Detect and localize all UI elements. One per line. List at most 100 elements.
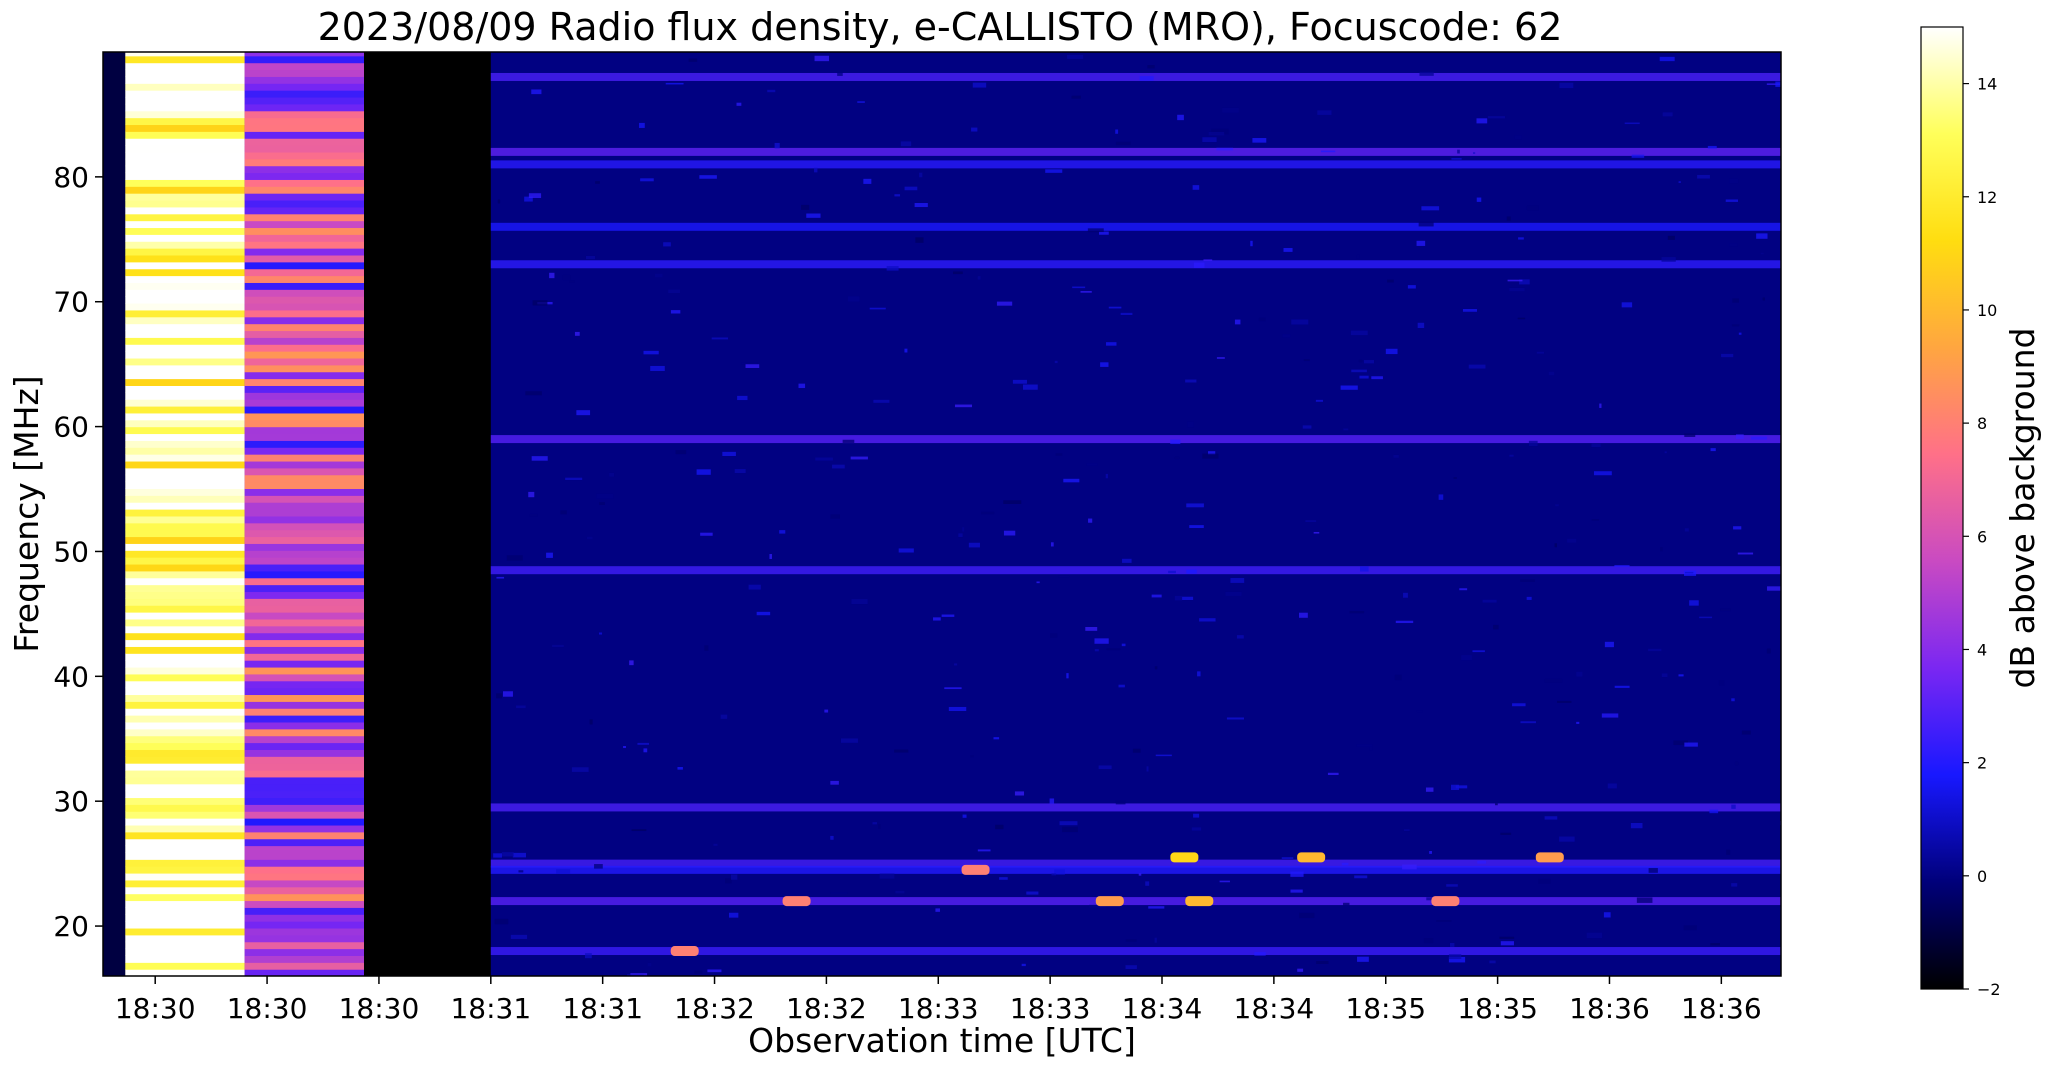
noise-streak	[1450, 784, 1460, 791]
x-tick-label: 18:35	[1457, 992, 1538, 1025]
noise-streak	[1451, 158, 1462, 160]
segment-stripe	[125, 577, 245, 586]
noise-streak	[574, 331, 580, 336]
noise-streak	[1062, 826, 1078, 833]
noise-streak	[1599, 403, 1602, 408]
x-tick-label: 18:32	[674, 992, 755, 1025]
segment-stripe	[125, 117, 245, 126]
colorbar-ticks: −2 0 2 4 6 8 10 12 14	[1963, 75, 2001, 999]
noise-streak	[1297, 968, 1304, 972]
segment-stripe	[244, 447, 365, 455]
noise-streak	[1106, 342, 1117, 346]
segment-stripe	[125, 927, 245, 936]
noise-streak	[1495, 803, 1498, 806]
segment-stripe	[244, 248, 365, 256]
segment-stripe	[244, 790, 365, 799]
x-tick-label: 18:34	[1234, 992, 1315, 1025]
segment-stripe	[125, 866, 245, 874]
segment-stripe	[244, 405, 365, 414]
noise-streak	[1544, 678, 1563, 683]
segments-layer	[103, 52, 1781, 976]
noise-streak	[981, 511, 995, 515]
noise-streak	[1557, 700, 1572, 703]
noise-streak	[1193, 813, 1200, 818]
segment-stripe	[125, 158, 245, 167]
noise-streak	[1225, 591, 1242, 596]
colorbar-tick-label: 6	[1977, 527, 1987, 546]
noise-streak	[1121, 643, 1126, 647]
segment-stripe	[125, 790, 245, 799]
noise-streak	[1741, 730, 1751, 735]
noise-streak	[857, 101, 865, 103]
noise-streak	[737, 395, 748, 401]
noise-streak	[1316, 961, 1329, 964]
noise-streak	[1349, 611, 1365, 614]
segment-stripe	[244, 563, 365, 572]
noise-streak	[1094, 638, 1109, 644]
noise-streak	[1094, 649, 1099, 652]
segment-stripe	[244, 907, 365, 915]
noise-streak	[1291, 319, 1309, 325]
noise-streak	[774, 142, 780, 149]
segment-stripe	[244, 783, 365, 792]
segment-stripe	[244, 385, 365, 393]
noise-streak	[1356, 254, 1360, 259]
noise-streak	[531, 89, 542, 95]
segment-stripe	[125, 124, 245, 132]
colorbar-tick-label: 8	[1977, 414, 1987, 433]
segment-stripe	[125, 721, 245, 730]
noise-streak	[1191, 827, 1202, 831]
noise-streak	[1601, 713, 1619, 718]
noise-streak	[1003, 500, 1022, 504]
segment-stripe	[125, 433, 245, 441]
noise-streak	[1105, 473, 1108, 479]
segment-stripe	[125, 385, 245, 393]
segment-stripe	[125, 206, 245, 215]
plot-area	[103, 52, 1781, 976]
noise-streak	[1066, 673, 1069, 679]
segment-stripe	[125, 62, 245, 71]
noise-streak	[962, 527, 965, 532]
segment-stripe	[125, 481, 245, 490]
noise-streak	[502, 852, 514, 857]
noise-streak	[1072, 286, 1086, 289]
segment-stripe	[125, 69, 245, 77]
noise-streak	[1115, 141, 1131, 146]
noise-streak	[1132, 748, 1141, 753]
noise-streak	[962, 814, 967, 818]
segment-stripe	[125, 694, 245, 702]
segment-stripe	[244, 316, 365, 325]
colorbar-tick-label: 10	[1977, 301, 1997, 320]
segment-stripe	[125, 316, 245, 325]
noise-streak	[585, 953, 592, 959]
noise-streak	[1202, 453, 1219, 459]
x-axis-label: Observation time [UTC]	[748, 1021, 1136, 1060]
bright-blob	[961, 864, 990, 875]
segment-stripe	[125, 756, 245, 764]
segment-stripe	[244, 357, 365, 366]
noise-streak	[996, 301, 1013, 306]
noise-streak	[637, 742, 650, 745]
noise-streak	[1725, 199, 1739, 202]
noise-streak	[595, 181, 600, 184]
noise-streak	[1022, 384, 1038, 390]
noise-streak	[1517, 317, 1526, 320]
noise-streak	[1358, 359, 1363, 363]
noise-streak	[532, 300, 548, 306]
noise-streak	[830, 514, 840, 519]
noise-streak	[798, 383, 806, 389]
noise-streak	[1664, 451, 1667, 454]
noise-streak	[933, 617, 941, 621]
segment-stripe	[125, 900, 245, 908]
segment-stripe	[125, 261, 245, 270]
noise-streak	[528, 491, 535, 498]
y-tick-label: 60	[53, 411, 89, 444]
noise-streak	[1145, 881, 1150, 886]
noise-streak	[756, 611, 771, 616]
x-tick-label: 18:30	[339, 992, 420, 1025]
noise-streak	[1509, 287, 1525, 292]
noise-streak	[655, 273, 663, 278]
noise-streak	[1252, 138, 1267, 143]
segment-stripe	[244, 728, 365, 737]
noise-streak	[1125, 939, 1137, 942]
